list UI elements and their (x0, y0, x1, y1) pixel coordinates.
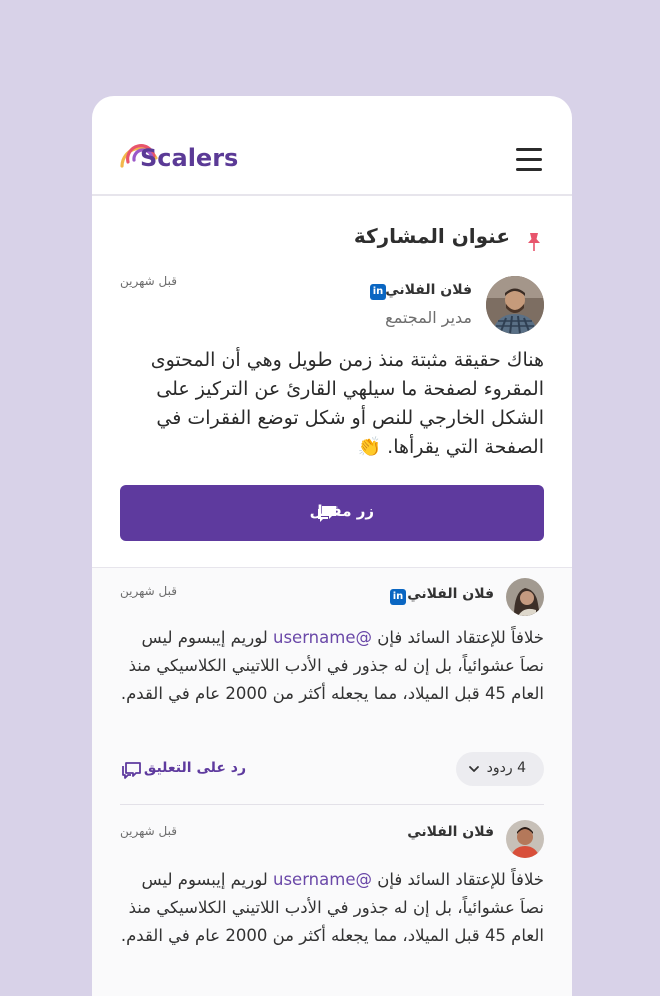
comment-text: خلافاً للإعتقاد السائد فإن @username لور… (120, 624, 544, 708)
mention-link[interactable]: @username (273, 628, 372, 647)
comment-time: قبل شهرين (120, 584, 177, 598)
replies-toggle[interactable]: 4 ردود (456, 752, 544, 786)
hamburger-menu-button[interactable] (516, 148, 542, 172)
avatar-photo (486, 276, 544, 334)
comment-reply-icon (122, 762, 141, 779)
avatar-photo (506, 820, 544, 858)
pinned-post: عنوان المشاركة فلان الفلاني in مدير المج… (92, 196, 572, 568)
linkedin-icon[interactable]: in (390, 589, 406, 605)
author-avatar[interactable] (486, 276, 544, 334)
comment-item: فلان الفلاني in قبل شهرين خلافاً للإعتقا… (92, 568, 572, 804)
commenter-name[interactable]: فلان الفلاني (407, 586, 494, 602)
cta-button[interactable]: زر مفعل (120, 485, 544, 541)
post-card: Scalers عنوان المشاركة فلان الفلاني in م… (92, 96, 572, 996)
avatar-photo (506, 578, 544, 616)
reply-button[interactable]: رد على التعليق (120, 758, 260, 782)
menu-line (516, 168, 542, 171)
linkedin-icon[interactable]: in (370, 284, 386, 300)
comment-text-prefix: خلافاً للإعتقاد السائد فإن (371, 870, 544, 889)
commenter-avatar[interactable] (506, 578, 544, 616)
comment-text: خلافاً للإعتقاد السائد فإن @username لور… (120, 866, 544, 950)
menu-line (516, 158, 542, 161)
menu-line (516, 148, 542, 151)
chat-bubbles-icon (318, 506, 336, 522)
post-time: قبل شهرين (120, 274, 177, 288)
comment-item: فلان الفلاني قبل شهرين خلافاً للإعتقاد ا… (92, 804, 572, 996)
comments-section: فلان الفلاني in قبل شهرين خلافاً للإعتقا… (92, 568, 572, 996)
reply-label: رد على التعليق (143, 760, 246, 776)
author-name[interactable]: فلان الفلاني (385, 282, 472, 298)
commenter-name[interactable]: فلان الفلاني (407, 824, 494, 840)
mention-link[interactable]: @username (273, 870, 372, 889)
post-body: هناك حقيقة مثبتة منذ زمن طويل وهي أن الم… (150, 349, 544, 458)
logo-text: Scalers (140, 144, 239, 172)
pin-icon (528, 233, 540, 251)
commenter-avatar[interactable] (506, 820, 544, 858)
author-role: مدير المجتمع (385, 308, 472, 327)
post-title: عنوان المشاركة (353, 224, 510, 248)
app-header: Scalers (92, 96, 572, 196)
comment-text-prefix: خلافاً للإعتقاد السائد فإن (371, 628, 544, 647)
chevron-down-icon (469, 766, 479, 772)
logo[interactable]: Scalers (118, 132, 238, 182)
comment-time: قبل شهرين (120, 824, 177, 838)
replies-count: 4 ردود (486, 760, 526, 776)
